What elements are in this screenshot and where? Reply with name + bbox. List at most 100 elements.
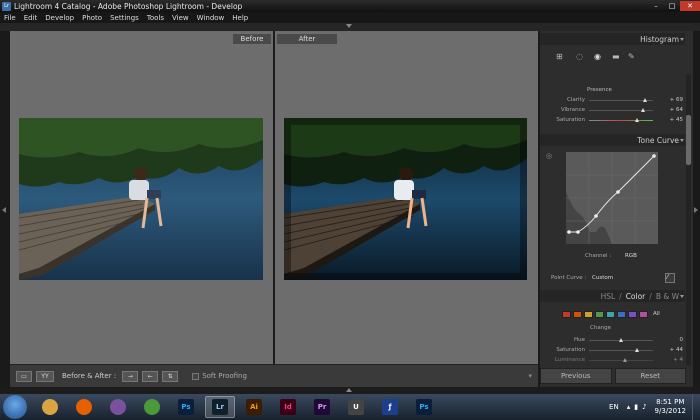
close-button[interactable]: ✕ xyxy=(680,1,700,11)
taskbar-lightroom[interactable]: Lr xyxy=(205,396,235,418)
menu-develop[interactable]: Develop xyxy=(41,14,78,22)
saturation-knob[interactable] xyxy=(635,118,639,122)
panel-scrollbar-thumb[interactable] xyxy=(686,115,691,165)
channel-select[interactable]: RGB xyxy=(625,253,637,259)
menu-edit[interactable]: Edit xyxy=(20,14,42,22)
targeted-adjustment-icon[interactable]: ◎ xyxy=(546,152,552,160)
color-tab[interactable]: Color xyxy=(626,292,646,301)
vibrance-knob[interactable] xyxy=(641,108,645,112)
clock[interactable]: 8:51 PM 9/3/2012 xyxy=(655,398,686,416)
copy-after-to-before-button[interactable]: ← xyxy=(142,370,159,382)
color-swatch-1[interactable] xyxy=(573,311,582,318)
taskbar-premiere[interactable]: Pr xyxy=(307,396,337,418)
luminance-label: Luminance xyxy=(554,357,585,363)
pane-divider xyxy=(273,31,275,364)
right-panel-toggle[interactable] xyxy=(693,31,700,387)
point-curve-edit-button[interactable]: ⁄ xyxy=(665,273,675,283)
hue-value: 0 xyxy=(679,337,684,343)
menu-photo[interactable]: Photo xyxy=(78,14,106,22)
taskbar-flash[interactable]: ƒ xyxy=(375,396,405,418)
color-swatch-5[interactable] xyxy=(617,311,626,318)
before-photo[interactable] xyxy=(19,118,263,280)
menu-view[interactable]: View xyxy=(168,14,193,22)
point-curve-select[interactable]: Custom xyxy=(592,275,613,281)
crop-tool-icon[interactable]: ⊞ xyxy=(556,52,563,61)
taskbar-chrome[interactable] xyxy=(137,396,167,418)
saturation-slider[interactable]: Saturation + 45 xyxy=(543,117,683,125)
hsl-tab-separator: / xyxy=(619,291,622,301)
taskbar-uin[interactable]: U xyxy=(341,396,371,418)
tone-curve-graph[interactable] xyxy=(566,152,658,244)
menu-settings[interactable]: Settings xyxy=(106,14,143,22)
color-swatch-2[interactable] xyxy=(584,311,593,318)
color-all-button[interactable]: All xyxy=(653,311,660,317)
top-panel-toggle[interactable] xyxy=(0,23,700,31)
network-icon[interactable]: ▮ xyxy=(634,403,638,411)
maximize-button[interactable]: □ xyxy=(664,1,680,11)
swap-before-after-button[interactable]: ⇅ xyxy=(162,370,179,382)
taskbar-illustrator[interactable]: Ai xyxy=(239,396,269,418)
menu-tools[interactable]: Tools xyxy=(143,14,168,22)
taskbar-indesign[interactable]: Id xyxy=(273,396,303,418)
copy-before-to-after-button[interactable]: → xyxy=(122,370,139,382)
clarity-value: + 69 xyxy=(669,97,683,103)
clarity-knob[interactable] xyxy=(643,98,647,102)
minimize-button[interactable]: – xyxy=(648,1,664,11)
color-swatch-0[interactable] xyxy=(562,311,571,318)
soft-proofing-checkbox[interactable] xyxy=(192,372,200,380)
filmstrip-toggle[interactable] xyxy=(0,387,700,394)
color-swatch-7[interactable] xyxy=(639,311,648,318)
clock-date: 9/3/2012 xyxy=(654,407,686,415)
saturation-track xyxy=(589,120,653,121)
red-eye-icon[interactable]: ◉ xyxy=(594,52,601,61)
luminance-knob[interactable] xyxy=(623,358,627,362)
soft-proofing-label: Soft Proofing xyxy=(202,372,247,380)
change-label: Change xyxy=(590,325,612,331)
tone-curve-header[interactable]: Tone Curve xyxy=(540,134,685,146)
vibrance-value: + 64 xyxy=(669,107,683,113)
taskbar-viber[interactable] xyxy=(103,396,133,418)
tray-arrow-icon[interactable]: ▴ xyxy=(627,403,631,411)
adjustment-brush-icon[interactable]: ✎ xyxy=(628,52,635,61)
before-after-view-button[interactable]: YY xyxy=(36,370,54,382)
language-indicator[interactable]: EN xyxy=(609,403,619,411)
window-controls: – □ ✕ xyxy=(648,0,700,12)
reset-button[interactable]: Reset xyxy=(614,368,686,384)
luminance-slider[interactable]: Luminance + 4 xyxy=(543,357,683,365)
premiere-icon: Pr xyxy=(314,399,330,415)
color-saturation-label: Saturation xyxy=(556,347,585,353)
color-swatch-6[interactable] xyxy=(628,311,637,318)
vibrance-slider[interactable]: Vibrance + 64 xyxy=(543,107,683,115)
hsl-tab[interactable]: HSL xyxy=(601,292,616,301)
color-swatch-3[interactable] xyxy=(595,311,604,318)
taskbar-apps: Ps Lr Ai Id Pr Uƒ Ps xyxy=(35,396,443,418)
graduated-filter-icon[interactable]: ▬ xyxy=(612,52,620,61)
firefox-icon xyxy=(76,399,92,415)
color-saturation-value: + 44 xyxy=(669,347,683,353)
hue-slider[interactable]: Hue 0 xyxy=(543,337,683,345)
color-saturation-knob[interactable] xyxy=(635,348,639,352)
menu-help[interactable]: Help xyxy=(228,14,252,22)
menu-window[interactable]: Window xyxy=(193,14,229,22)
taskbar-file-explorer[interactable] xyxy=(35,396,65,418)
loupe-view-button[interactable]: ▭ xyxy=(16,370,32,382)
taskbar-photoshop[interactable]: Ps xyxy=(171,396,201,418)
previous-button[interactable]: Previous xyxy=(540,368,612,384)
color-saturation-slider[interactable]: Saturation + 44 xyxy=(543,347,683,355)
hue-knob[interactable] xyxy=(619,338,623,342)
panel-scrollbar[interactable] xyxy=(686,75,691,365)
taskbar-photoshop-2[interactable]: Ps xyxy=(409,396,439,418)
left-panel-toggle[interactable] xyxy=(0,31,10,387)
clarity-slider[interactable]: Clarity + 69 xyxy=(543,97,683,105)
toolbar-menu-icon[interactable]: ▾ xyxy=(528,372,532,380)
menu-file[interactable]: File xyxy=(0,14,20,22)
spot-removal-icon[interactable]: ◌ xyxy=(576,52,583,61)
color-swatch-4[interactable] xyxy=(606,311,615,318)
after-photo[interactable] xyxy=(284,118,527,280)
histogram-header[interactable]: Histogram xyxy=(540,33,685,45)
show-desktop-button[interactable] xyxy=(692,394,700,420)
bw-tab[interactable]: B & W xyxy=(656,292,679,301)
taskbar-firefox[interactable] xyxy=(69,396,99,418)
start-button[interactable] xyxy=(3,395,27,419)
volume-icon[interactable]: ♪ xyxy=(642,403,646,411)
